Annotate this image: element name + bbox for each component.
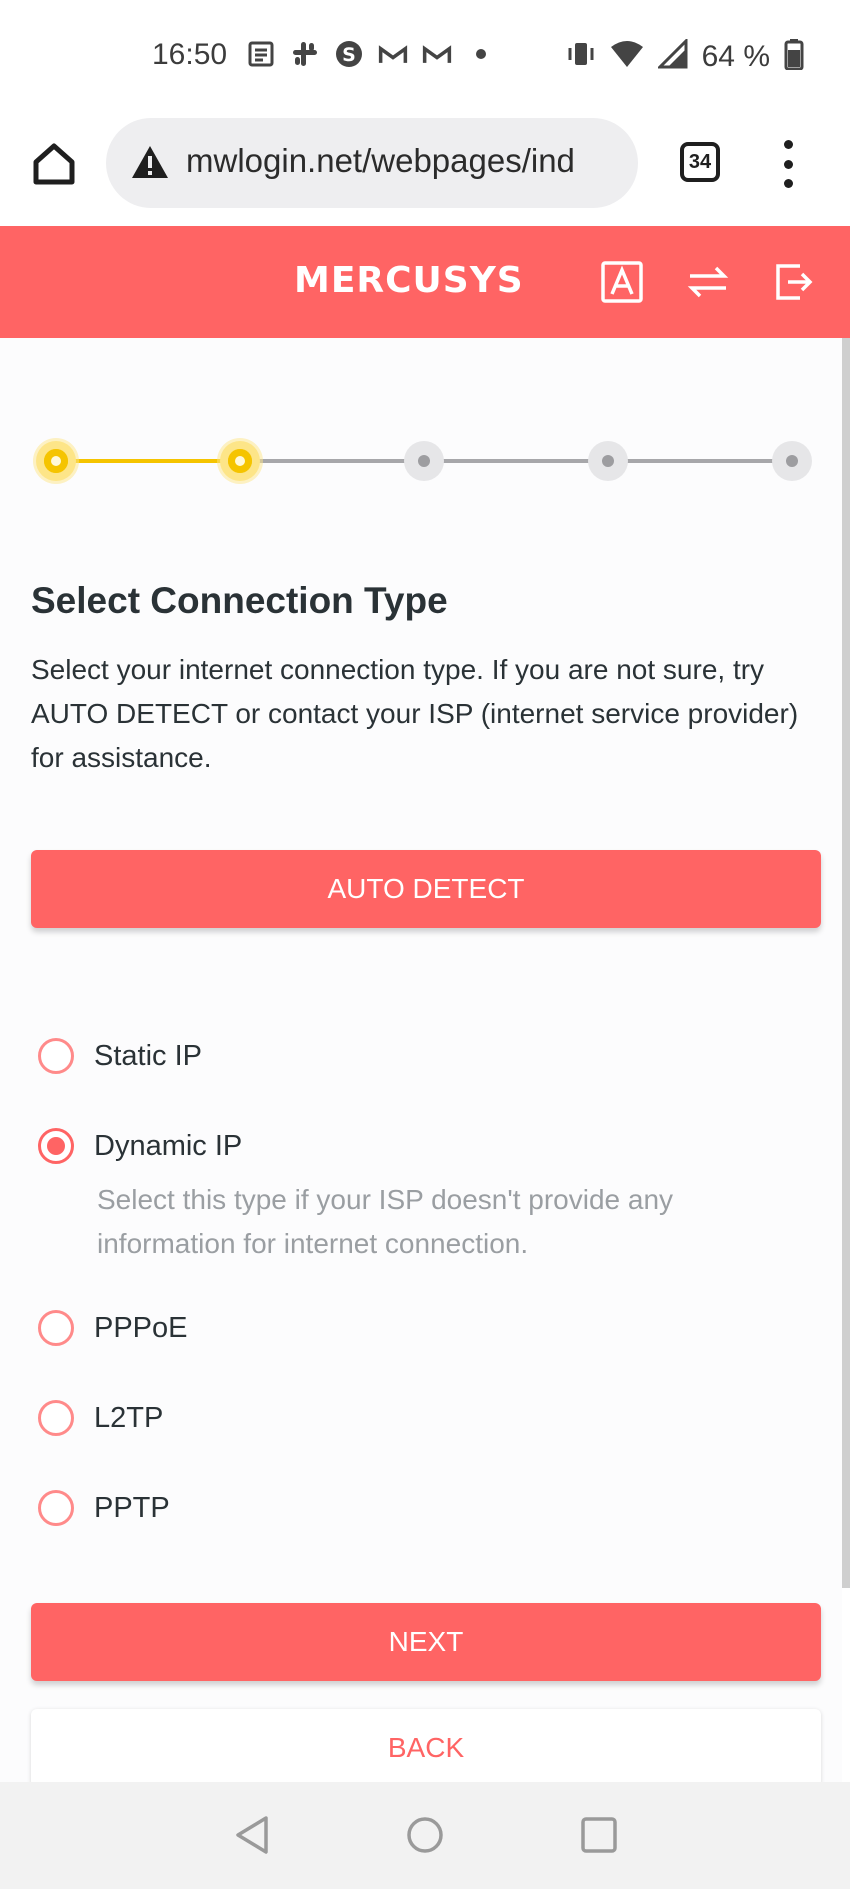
status-bar: 16:50 S 64 % [0,0,850,112]
option-pppoe[interactable]: PPPoE [38,1310,188,1346]
step-3 [404,441,444,481]
option-l2tp[interactable]: L2TP [38,1400,163,1436]
step-2 [220,441,260,481]
option-label: L2TP [94,1401,164,1434]
battery-percent: 64 % [701,39,770,73]
address-bar[interactable]: mwlogin.net/webpages/ind [106,118,638,208]
gmail-icon [378,38,408,70]
step-5 [772,441,812,481]
language-icon[interactable] [600,260,644,304]
recents-nav-icon[interactable] [578,1814,620,1856]
option-label: Dynamic IP [94,1129,243,1162]
back-nav-icon[interactable] [232,1814,274,1856]
home-nav-icon[interactable] [404,1814,446,1856]
radio-dynamic-ip[interactable] [38,1128,74,1164]
radio-pppoe[interactable] [38,1310,74,1346]
radio-l2tp[interactable] [38,1400,74,1436]
option-label: PPPoE [94,1311,188,1344]
setup-wizard-content: Select Connection Type Select your inter… [0,338,842,1782]
skype-icon: S [334,38,364,70]
switch-mode-icon[interactable] [686,260,730,304]
page-description: Select your internet connection type. If… [31,654,799,773]
gmail-icon [422,38,452,70]
system-nav-bar [0,1782,850,1889]
notification-icons: S [246,38,496,70]
svg-text:S: S [342,44,356,66]
progress-stepper [36,426,812,496]
step-4 [588,441,628,481]
news-icon [246,38,276,70]
vibrate-icon [566,39,596,74]
home-icon[interactable] [28,138,80,190]
option-pptp[interactable]: PPTP [38,1490,170,1526]
warning-icon[interactable] [130,144,170,180]
wifi-icon [610,39,644,74]
signal-icon [655,37,688,74]
option-dynamic-ip[interactable]: Dynamic IP [38,1128,242,1164]
back-button[interactable]: BACK [31,1709,821,1782]
dot-icon [466,38,496,70]
mercusys-logo: MERCUSYS [294,260,524,301]
system-icons: 64 % [566,37,804,75]
scrollbar[interactable] [842,338,850,1588]
battery-icon [784,38,804,75]
site-header: MERCUSYS [0,226,850,338]
tab-switcher-button[interactable]: 34 [680,142,720,182]
radio-static-ip[interactable] [38,1038,74,1074]
browser-toolbar: mwlogin.net/webpages/ind 34 [0,112,850,226]
auto-detect-button[interactable]: AUTO DETECT [31,850,821,928]
step-line-pending [240,459,792,463]
slack-icon [290,38,320,70]
dynamic-ip-help-text: Select this type if your ISP doesn't pro… [97,1184,674,1259]
url-text[interactable]: mwlogin.net/webpages/ind [186,142,626,180]
step-line-done [56,459,240,463]
option-label: PPTP [94,1491,170,1524]
next-button[interactable]: NEXT [31,1603,821,1681]
radio-pptp[interactable] [38,1490,74,1526]
status-time: 16:50 [152,38,228,71]
more-menu-icon[interactable] [776,140,800,188]
page-title: Select Connection Type [31,580,448,621]
logout-icon[interactable] [772,260,816,304]
option-label: Static IP [94,1039,202,1072]
option-static-ip[interactable]: Static IP [38,1038,202,1074]
step-1 [36,441,76,481]
